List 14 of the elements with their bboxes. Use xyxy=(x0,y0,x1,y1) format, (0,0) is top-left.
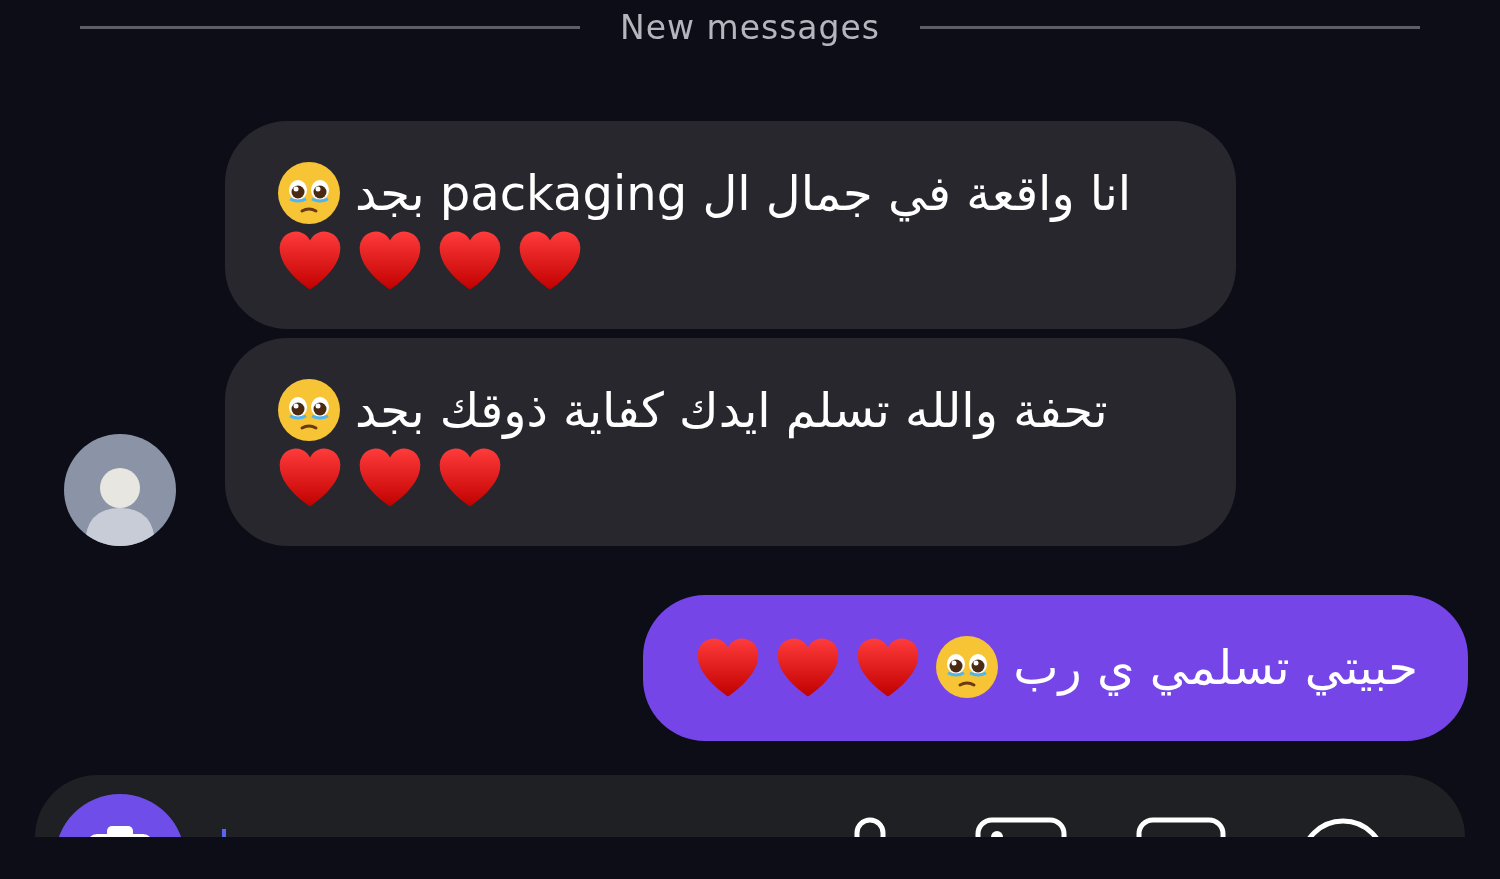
heart-icon xyxy=(357,229,423,291)
message-text: تحفة والله تسلم ايدك كفاية ذوقك بجد xyxy=(355,382,1108,438)
heart-icon xyxy=(437,446,503,508)
pleading-face-icon xyxy=(277,161,341,225)
heart-icon xyxy=(437,229,503,291)
pleading-face-icon xyxy=(935,635,1000,699)
new-messages-label: New messages xyxy=(620,7,880,47)
heart-icon xyxy=(357,446,423,508)
message-text: انا واقعة في جمال ال packaging بجد xyxy=(355,165,1132,221)
heart-icon xyxy=(277,229,343,291)
heart-icon xyxy=(277,446,343,508)
pleading-face-icon xyxy=(277,378,341,442)
heart-icon xyxy=(517,229,583,291)
message-text: حبيتي تسلمي ي رب xyxy=(1013,639,1418,695)
